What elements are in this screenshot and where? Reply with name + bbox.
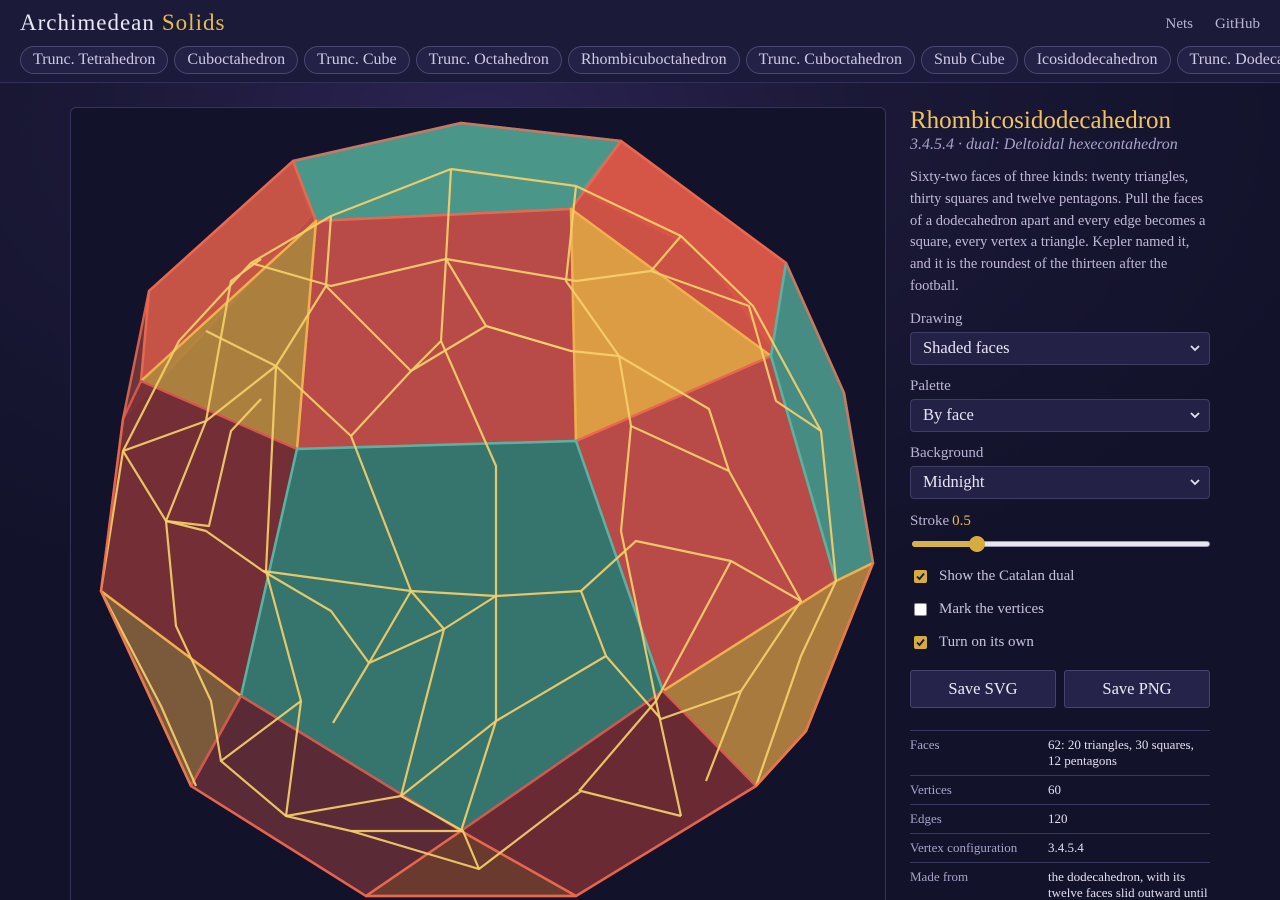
check-icon: [916, 639, 925, 647]
checkbox-checked: [914, 636, 927, 650]
tab-icosidodecahedron[interactable]: Icosidodecahedron: [1023, 46, 1171, 74]
tab-rhombicuboctahedron[interactable]: Rhombicuboctahedron: [567, 46, 740, 74]
drawing-select-value: Shaded faces: [923, 338, 1010, 358]
background-select-value: Midnight: [923, 472, 985, 492]
checkbox-checked: [914, 570, 927, 584]
drawing-label: Drawing: [910, 310, 963, 327]
stat-key: Made from: [910, 868, 969, 884]
tab-truncated-octahedron[interactable]: Trunc. Octahedron: [415, 46, 562, 74]
stat-value: 3.4.5.4: [1048, 839, 1084, 855]
stroke-slider[interactable]: [910, 535, 1210, 553]
solid-render[interactable]: [71, 108, 886, 900]
palette-label: Palette: [910, 377, 951, 394]
drawing-select[interactable]: Shaded faces: [910, 331, 1210, 365]
save-svg-button[interactable]: Save SVG: [910, 669, 1056, 708]
background-select[interactable]: Midnight: [910, 465, 1210, 499]
show-dual-checkbox[interactable]: Show the Catalan dual: [910, 568, 1210, 586]
check-icon: [916, 573, 925, 581]
solid-viewport[interactable]: [70, 107, 886, 900]
export-buttons: Save SVG Save PNG: [910, 669, 1210, 708]
face-square-center-top: [295, 207, 578, 451]
info-panel: Rhombicosidodecahedron 3.4.5.4 · dual: D…: [910, 107, 1210, 900]
tab-truncated-cuboctahedron[interactable]: Trunc. Cuboctahedron: [745, 46, 916, 74]
stat-key: Vertex configuration: [910, 839, 1018, 855]
tab-snub-cube[interactable]: Snub Cube: [921, 46, 1018, 74]
app-title-accent: Solids: [161, 10, 226, 35]
solid-description: Sixty-two faces of three kinds: twenty t…: [910, 169, 1206, 294]
auto-rotate-label: Turn on its own: [939, 634, 1034, 651]
stat-row-edges: Edges 120: [910, 805, 1210, 834]
tab-cuboctahedron[interactable]: Cuboctahedron: [174, 46, 299, 74]
top-links: Nets GitHub: [1166, 16, 1261, 33]
github-link[interactable]: GitHub: [1215, 16, 1260, 33]
tab-truncated-tetrahedron[interactable]: Trunc. Tetrahedron: [20, 46, 169, 74]
stroke-slider-fill: [912, 540, 978, 547]
stat-key: Vertices: [910, 781, 952, 797]
stat-value: 62: 20 triangles, 30 squares, 12 pentago…: [1048, 736, 1194, 768]
auto-rotate-checkbox[interactable]: Turn on its own: [910, 634, 1210, 652]
stat-row-made-from: Made from the dodecahedron, with its twe…: [910, 863, 1210, 900]
stat-row-faces: Faces 62: 20 triangles, 30 squares, 12 p…: [910, 731, 1210, 776]
save-png-button[interactable]: Save PNG: [1064, 669, 1210, 708]
stroke-label: Stroke: [910, 512, 950, 529]
stat-value: the dodecahedron, with its twelve faces …: [1048, 868, 1208, 900]
stat-value: 60: [1048, 781, 1061, 797]
stroke-slider-thumb[interactable]: [969, 535, 986, 552]
stat-row-vertices: Vertices 60: [910, 776, 1210, 805]
stat-row-vertex-config: Vertex configuration 3.4.5.4: [910, 834, 1210, 863]
palette-select[interactable]: By face: [910, 398, 1210, 432]
chevron-down-icon: [1190, 479, 1200, 486]
stat-key: Edges: [910, 810, 942, 826]
tab-truncated-cube[interactable]: Trunc. Cube: [304, 46, 410, 74]
solid-subtitle: 3.4.5.4 · dual: Deltoidal hexecontahedro…: [910, 136, 1178, 153]
app-title-word: Archimedean: [20, 10, 155, 35]
stat-key: Faces: [910, 736, 940, 752]
background-label: Background: [910, 444, 984, 461]
mark-vertices-checkbox[interactable]: Mark the vertices: [910, 601, 1210, 619]
chevron-down-icon: [1190, 412, 1200, 419]
tab-truncated-dodecahedron[interactable]: Trunc. Dodecahedron: [1176, 46, 1280, 74]
palette-select-value: By face: [923, 405, 974, 425]
chevron-down-icon: [1190, 345, 1200, 352]
stroke-value: 0.5: [952, 512, 971, 529]
checkbox-unchecked: [914, 603, 927, 617]
solid-tabs: Trunc. Tetrahedron Cuboctahedron Trunc. …: [20, 46, 1280, 74]
mark-vertices-label: Mark the vertices: [939, 601, 1044, 618]
nets-link[interactable]: Nets: [1166, 16, 1194, 33]
top-bar: Archimedean Solids Nets GitHub Trunc. Tet…: [0, 0, 1280, 83]
stroke-label-row: Stroke 0.5: [910, 513, 1210, 530]
stat-value: 120: [1048, 810, 1068, 826]
stats-table: Faces 62: 20 triangles, 30 squares, 12 p…: [910, 729, 1210, 900]
solid-name: Rhombicosidodecahedron: [910, 107, 1172, 134]
app-title[interactable]: Archimedean Solids: [20, 10, 225, 36]
show-dual-label: Show the Catalan dual: [939, 568, 1075, 585]
